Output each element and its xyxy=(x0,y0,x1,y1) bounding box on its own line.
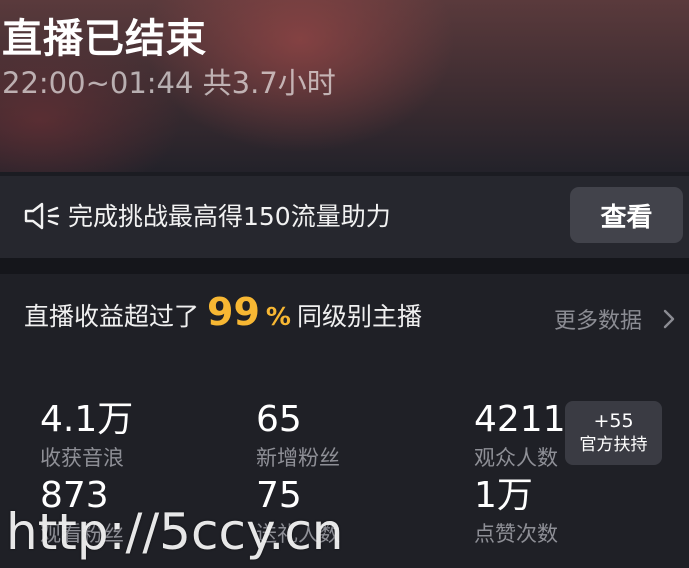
percent-value: 99 xyxy=(207,290,260,334)
watermark-text: http://5ccy.cn xyxy=(6,503,344,561)
official-support-label: 官方扶持 xyxy=(579,435,648,455)
stat-value-new-fans: 65 xyxy=(256,399,302,440)
page-title: 直播已结束 xyxy=(2,16,207,62)
stat-label-income: 收获音浪 xyxy=(40,446,124,470)
percent-sign: % xyxy=(265,302,291,331)
summary-prefix: 直播收益超过了 xyxy=(24,302,200,331)
stat-value-viewers: 4211 xyxy=(474,399,566,440)
chevron-right-icon[interactable] xyxy=(662,309,676,329)
summary-suffix: 同级别主播 xyxy=(296,302,422,331)
challenge-text: 完成挑战最高得150流量助力 xyxy=(68,202,391,231)
official-support-count: +55 xyxy=(593,410,634,432)
stat-label-likes: 点赞次数 xyxy=(474,522,558,546)
stat-value-likes: 1万 xyxy=(474,475,533,516)
section-divider xyxy=(0,258,689,274)
view-challenge-button[interactable]: 查看 xyxy=(570,187,683,243)
stat-value-income: 4.1万 xyxy=(40,399,134,440)
stat-label-new-fans: 新增粉丝 xyxy=(256,446,340,470)
earnings-summary: 直播收益超过了 99 % 同级别主播 xyxy=(24,290,422,342)
more-data-link[interactable]: 更多数据 xyxy=(554,303,642,335)
stat-label-viewers: 观众人数 xyxy=(474,446,558,470)
official-support-badge: +55 官方扶持 xyxy=(565,401,662,465)
live-time-range: 22:00~01:44 共3.7小时 xyxy=(2,66,336,100)
speaker-icon xyxy=(24,202,60,230)
